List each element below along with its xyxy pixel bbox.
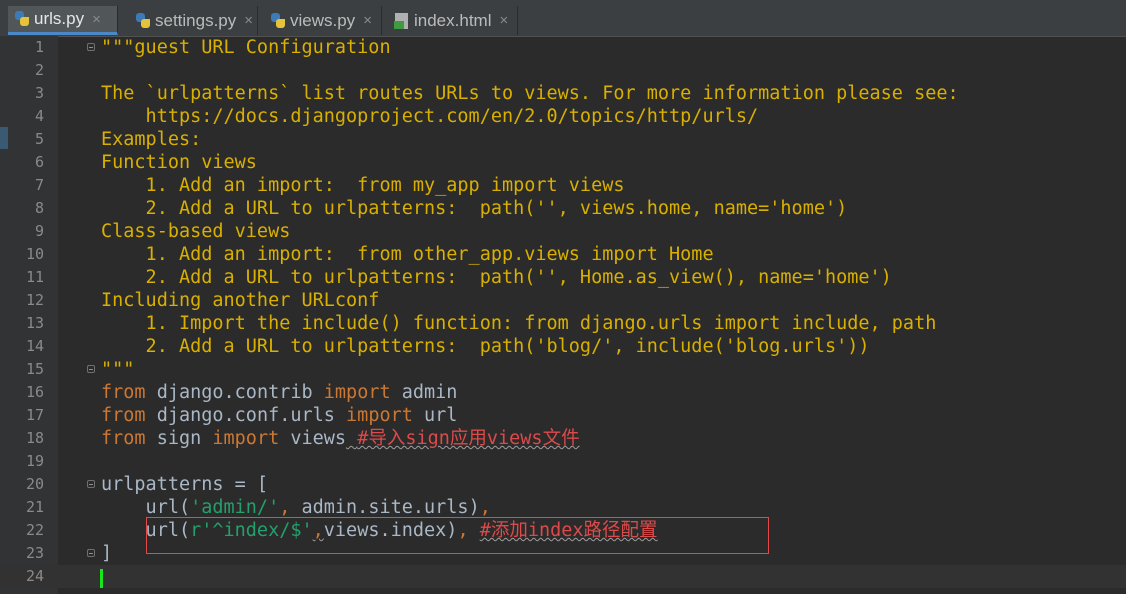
text-caret: [100, 569, 103, 588]
code-text: from django.contrib import admin: [101, 382, 458, 403]
code-text: from django.conf.urls import url: [101, 405, 458, 426]
code-line: 7 1. Add an import: from my_app import v…: [0, 174, 1126, 197]
fold-marker-icon[interactable]: [87, 365, 95, 373]
code-line: 18 from sign import views #导入sign应用views…: [0, 427, 1126, 450]
code-line: 19: [0, 450, 1126, 473]
line-number: 12: [25, 291, 44, 309]
html-file-icon: [394, 12, 410, 29]
close-icon[interactable]: ×: [363, 12, 372, 29]
code-text: 1. Import the include() function: from d…: [101, 313, 937, 334]
code-text: Function views: [101, 152, 257, 173]
tab-label: urls.py: [34, 9, 85, 28]
code-line: 1 """guest URL Configuration: [0, 36, 1126, 59]
code-text: Including another URLconf: [101, 290, 380, 311]
line-number: 22: [25, 521, 44, 539]
code-editor[interactable]: 1 """guest URL Configuration 2 3 The `ur…: [0, 36, 1126, 594]
code-line: 11 2. Add a URL to urlpatterns: path('',…: [0, 266, 1126, 289]
tab-label: settings.py: [155, 10, 237, 30]
line-number: 21: [25, 498, 44, 516]
tab-settings-py[interactable]: settings.py ×: [129, 6, 258, 35]
line-number: 16: [25, 383, 44, 401]
editor-tab-bar: urls.py × settings.py × views.py × index…: [0, 0, 1126, 37]
line-number: 5: [34, 130, 44, 148]
code-line: 20 urlpatterns = [: [0, 473, 1126, 496]
close-icon[interactable]: ×: [92, 11, 101, 28]
code-text: Class-based views: [101, 221, 291, 242]
python-file-icon: [14, 11, 30, 27]
code-line: 6 Function views: [0, 151, 1126, 174]
tab-label: index.html: [414, 10, 492, 30]
code-text: url('admin/', admin.site.urls),: [101, 497, 491, 518]
line-number: 4: [34, 107, 44, 125]
line-number: 8: [34, 199, 44, 217]
code-line: 21 url('admin/', admin.site.urls),: [0, 496, 1126, 519]
code-text: from sign import views #导入sign应用views文件: [101, 428, 580, 449]
line-number: 6: [34, 153, 44, 171]
code-line: 15 """: [0, 358, 1126, 381]
highlight-annotation-box: [146, 517, 769, 554]
line-number: 2: [34, 61, 44, 79]
code-line: 2: [0, 59, 1126, 82]
line-number: 3: [34, 84, 44, 102]
line-number: 14: [25, 337, 44, 355]
code-line: 9 Class-based views: [0, 220, 1126, 243]
line-number: 11: [25, 268, 44, 286]
line-number: 23: [25, 544, 44, 562]
code-text: https://docs.djangoproject.com/en/2.0/to…: [101, 106, 759, 127]
line-number: 9: [34, 222, 44, 240]
code-line: 14 2. Add a URL to urlpatterns: path('bl…: [0, 335, 1126, 358]
fold-marker-icon[interactable]: [87, 480, 95, 488]
code-line: 5 Examples:: [0, 128, 1126, 151]
line-number: 20: [25, 475, 44, 493]
code-text: 1. Add an import: from other_app.views i…: [101, 244, 714, 265]
code-text: 2. Add a URL to urlpatterns: path('blog/…: [101, 336, 870, 357]
tab-label: views.py: [290, 10, 356, 30]
code-text: 1. Add an import: from my_app import vie…: [101, 175, 625, 196]
line-number: 7: [34, 176, 44, 194]
line-number: 18: [25, 429, 44, 447]
tab-views-py[interactable]: views.py ×: [264, 6, 382, 35]
tab-index-html[interactable]: index.html ×: [388, 6, 518, 35]
line-number: 1: [34, 38, 44, 56]
line-number: 15: [25, 360, 44, 378]
python-file-icon: [135, 12, 151, 29]
code-line: 17 from django.conf.urls import url: [0, 404, 1126, 427]
code-text: ]: [101, 543, 113, 564]
close-icon[interactable]: ×: [499, 12, 508, 29]
line-number: 24: [25, 567, 44, 585]
tab-urls-py[interactable]: urls.py ×: [8, 6, 118, 35]
code-line: 8 2. Add a URL to urlpatterns: path('', …: [0, 197, 1126, 220]
code-text: urlpatterns = [: [101, 474, 269, 495]
code-text: """: [101, 359, 135, 380]
line-number: 10: [25, 245, 44, 263]
current-code-line: 24: [0, 565, 1126, 588]
code-line: 3 The `urlpatterns` list routes URLs to …: [0, 82, 1126, 105]
code-text: """guest URL Configuration: [101, 37, 391, 58]
code-line: 16 from django.contrib import admin: [0, 381, 1126, 404]
code-line: 13 1. Import the include() function: fro…: [0, 312, 1126, 335]
python-file-icon: [270, 12, 286, 29]
fold-marker-icon[interactable]: [87, 549, 95, 557]
code-text: 2. Add a URL to urlpatterns: path('', vi…: [101, 198, 848, 219]
line-number: 17: [25, 406, 44, 424]
code-text: 2. Add a URL to urlpatterns: path('', Ho…: [101, 267, 892, 288]
code-line: 4 https://docs.djangoproject.com/en/2.0/…: [0, 105, 1126, 128]
fold-marker-icon[interactable]: [87, 43, 95, 51]
code-line: 10 1. Add an import: from other_app.view…: [0, 243, 1126, 266]
line-number: 13: [25, 314, 44, 332]
code-text: The `urlpatterns` list routes URLs to vi…: [101, 83, 959, 104]
line-number: 19: [25, 452, 44, 470]
code-line: 12 Including another URLconf: [0, 289, 1126, 312]
close-icon[interactable]: ×: [244, 12, 253, 29]
code-text: Examples:: [101, 129, 202, 150]
